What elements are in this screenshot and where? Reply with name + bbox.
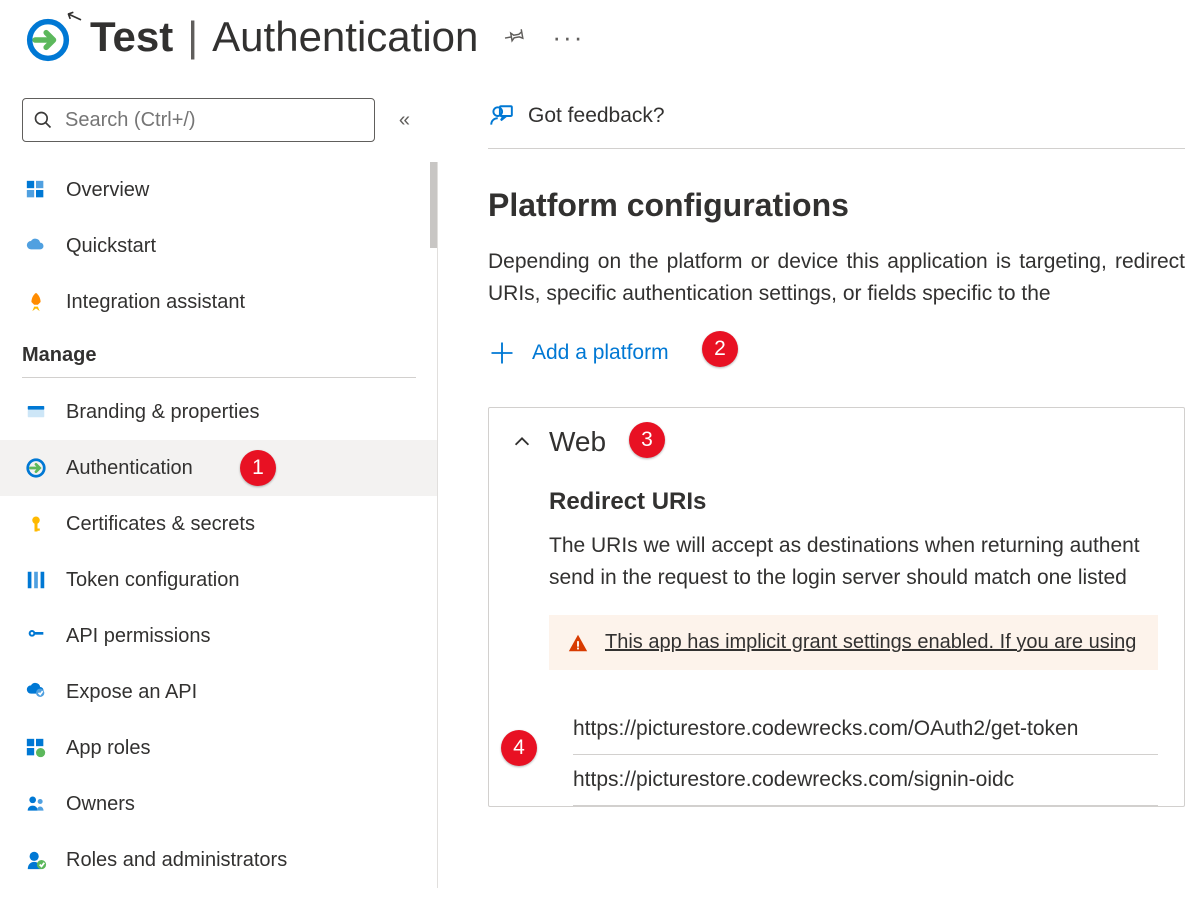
platform-config-title: Platform configurations [488,187,1185,224]
redirect-uris-title: Redirect URIs [549,488,1158,516]
sidebar-item-label: Certificates & secrets [66,513,255,536]
key-icon [22,510,50,538]
bars-icon [22,566,50,594]
plus-icon [488,339,516,367]
search-input[interactable] [63,108,364,133]
sidebar-item-authentication[interactable]: Authentication 1 [0,440,438,496]
sidebar-item-label: Overview [66,179,149,202]
sidebar-item-label: Roles and administrators [66,849,287,872]
sidebar-item-label: Branding & properties [66,401,259,424]
more-icon[interactable]: ··· [552,32,584,42]
expose-api-icon [22,678,50,706]
sidebar-item-owners[interactable]: Owners [0,776,438,832]
sidebar-manage-nav: Branding & properties Authentication 1 C… [0,384,438,888]
app-roles-icon [22,734,50,762]
page-section-name: Authentication [212,13,478,61]
sidebar-item-expose-api[interactable]: Expose an API [0,664,438,720]
title-separator: | [187,13,198,61]
redirect-uri-row[interactable]: https://picturestore.codewrecks.com/OAut… [573,704,1158,755]
platform-header-web[interactable]: Web 3 [489,408,1184,466]
sidebar-item-label: Integration assistant [66,291,245,314]
sidebar-item-app-roles[interactable]: App roles [0,720,438,776]
sidebar-item-roles-admins[interactable]: Roles and administrators [0,832,438,888]
feedback-icon [488,103,514,129]
grid-icon [22,176,50,204]
sidebar-item-integration-assistant[interactable]: Integration assistant [0,274,438,330]
rocket-icon [22,288,50,316]
sidebar-item-token-config[interactable]: Token configuration [0,552,438,608]
owners-icon [22,790,50,818]
annotation-badge-1: 1 [240,450,276,486]
sidebar-item-certificates[interactable]: Certificates & secrets [0,496,438,552]
sidebar-item-label: API permissions [66,625,211,648]
sidebar-scrollbar[interactable] [430,162,438,888]
cloud-icon [22,232,50,260]
platform-config-desc: Depending on the platform or device this… [488,246,1185,309]
sidebar-item-label: Token configuration [66,569,239,592]
redirect-uri-value: https://picturestore.codewrecks.com/OAut… [573,717,1078,741]
branding-icon [22,398,50,426]
redirect-uri-list: 4 https://picturestore.codewrecks.com/OA… [549,700,1158,806]
add-platform-label: Add a platform [532,341,669,365]
sidebar: « Overview Quickstart [0,82,438,888]
annotation-badge-4: 4 [501,730,537,766]
sidebar-item-label: Expose an API [66,681,197,704]
pin-icon[interactable] [504,24,526,51]
annotation-badge-3: 3 [629,422,665,458]
api-perm-icon [22,622,50,650]
sidebar-search[interactable] [22,98,375,142]
platform-web-title: Web [549,426,606,458]
sidebar-item-label: App roles [66,737,151,760]
warning-text: This app has implicit grant settings ena… [605,631,1136,654]
roles-admin-icon [22,846,50,874]
page-title: Test | Authentication [90,13,478,61]
platform-card-web: Web 3 Redirect URIs The URIs we will acc… [488,407,1185,807]
redirect-uris-desc: The URIs we will accept as destinations … [549,530,1158,593]
app-logo-icon [24,16,72,64]
sidebar-section-manage: Manage [22,330,416,378]
collapse-sidebar-icon[interactable]: « [399,109,416,132]
sidebar-item-label: Authentication [66,457,193,480]
page-header: Test | Authentication ··· [0,0,1185,82]
chevron-up-icon [511,431,539,453]
feedback-label: Got feedback? [528,104,665,128]
app-name: Test [90,13,173,61]
main-content: Got feedback? Platform configurations De… [438,82,1185,888]
redirect-uri-row[interactable]: https://picturestore.codewrecks.com/sign… [573,755,1158,806]
sidebar-item-overview[interactable]: Overview [0,162,438,218]
sidebar-top-nav: Overview Quickstart Integration assistan… [0,162,438,330]
implicit-grant-warning[interactable]: This app has implicit grant settings ena… [549,615,1158,670]
annotation-badge-2: 2 [702,331,738,367]
search-icon [33,110,55,130]
sidebar-item-api-permissions[interactable]: API permissions [0,608,438,664]
redirect-uri-value: https://picturestore.codewrecks.com/sign… [573,768,1014,792]
auth-icon [22,454,50,482]
feedback-button[interactable]: Got feedback? [488,82,1185,149]
sidebar-item-label: Quickstart [66,235,156,258]
sidebar-item-quickstart[interactable]: Quickstart [0,218,438,274]
sidebar-item-branding[interactable]: Branding & properties [0,384,438,440]
add-platform-button[interactable]: Add a platform 2 [488,339,1185,367]
sidebar-item-label: Owners [66,793,135,816]
warning-icon [567,632,589,654]
